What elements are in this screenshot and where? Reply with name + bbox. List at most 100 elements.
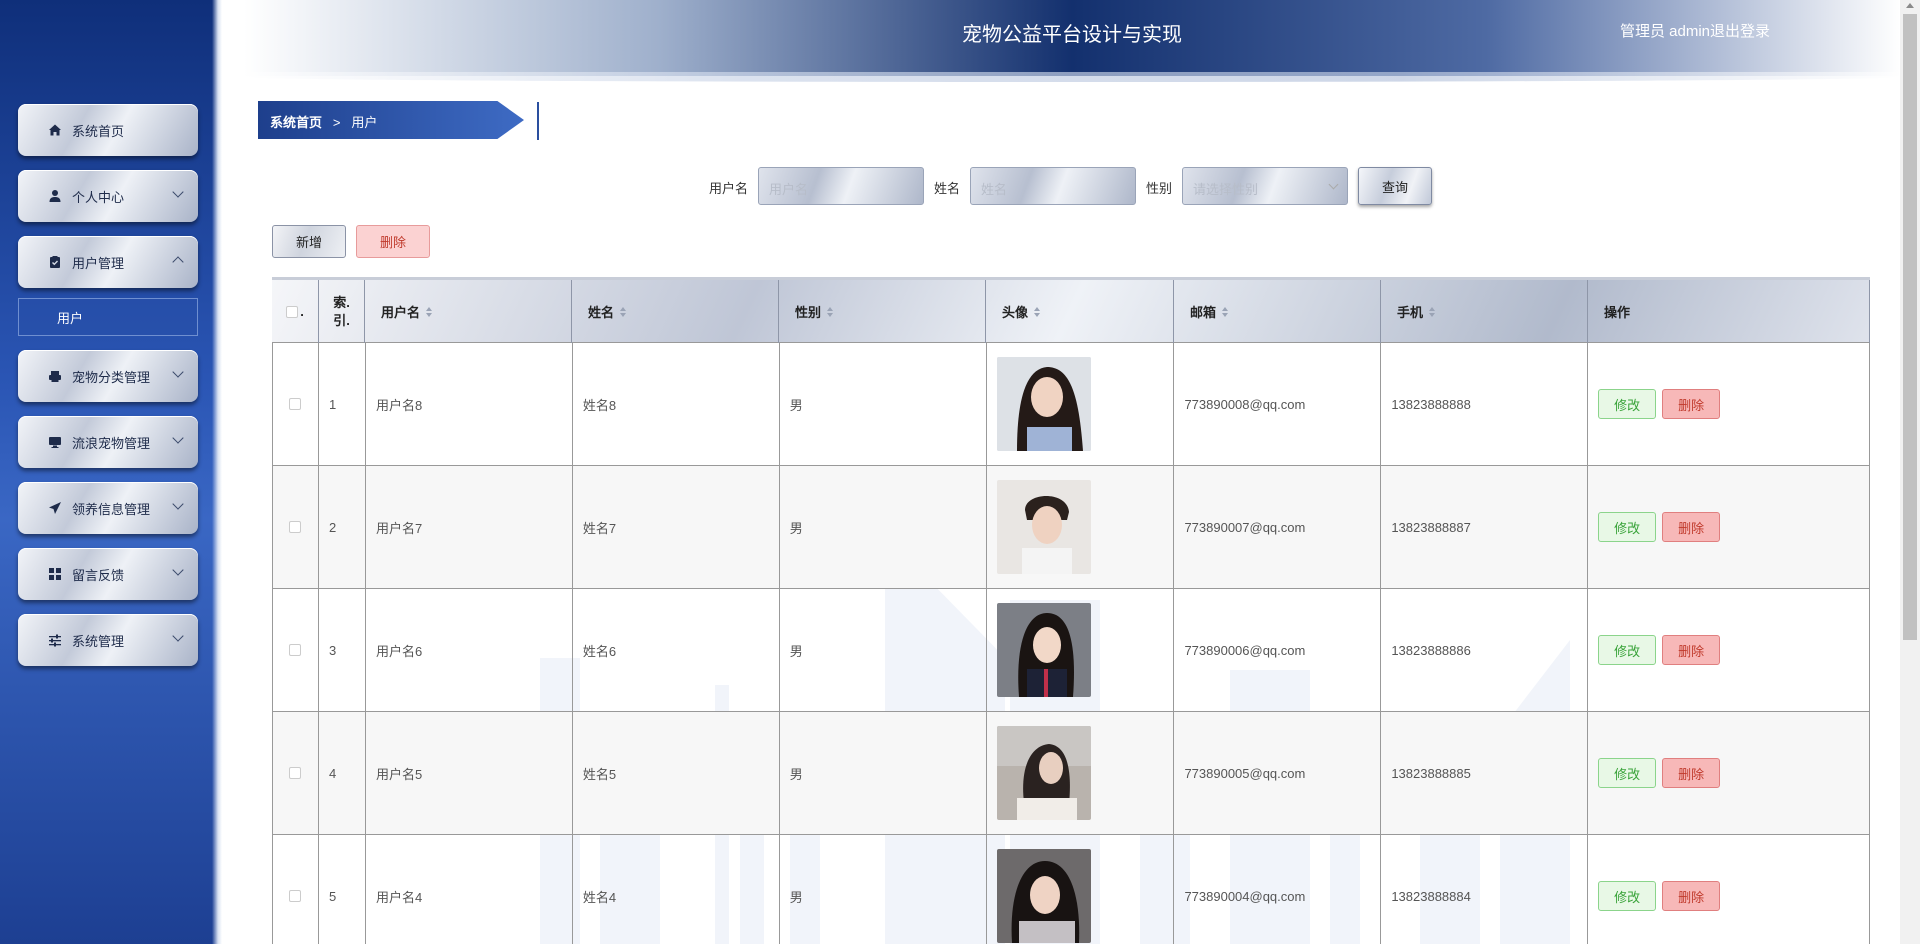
- delete-button[interactable]: 删除: [1662, 881, 1721, 911]
- sidebar-item-adoption-info[interactable]: 领养信息管理: [18, 482, 198, 534]
- monitor-icon: [48, 435, 62, 449]
- logout-link[interactable]: 退出登录: [1710, 20, 1770, 41]
- avatar[interactable]: [996, 357, 1091, 451]
- sidebar-item-label: 系统管理: [72, 633, 125, 649]
- sidebar-item-label: 宠物分类管理: [72, 369, 151, 385]
- avatar[interactable]: [996, 726, 1091, 820]
- breadcrumb-current: 用户: [351, 115, 378, 130]
- delete-button[interactable]: 删除: [1662, 389, 1721, 419]
- select-all-checkbox[interactable]: [286, 305, 299, 318]
- row-checkbox[interactable]: [289, 767, 302, 779]
- username-input[interactable]: 用户名: [758, 167, 924, 205]
- breadcrumb-text: 系统首页 > 用户: [270, 112, 377, 131]
- table-row: 5 用户名4 姓名4 男 773890004@qq.com 1382388888…: [272, 835, 1871, 944]
- chevron-down-icon: [172, 432, 184, 444]
- username-label: 用户名: [709, 181, 749, 196]
- sliders-icon: [48, 633, 62, 647]
- row-phone: 13823888885: [1381, 712, 1589, 834]
- sidebar-item-stray-pet[interactable]: 流浪宠物管理: [18, 416, 198, 468]
- row-checkbox[interactable]: [289, 521, 302, 533]
- row-name: 姓名5: [573, 712, 780, 834]
- delete-button[interactable]: 删除: [1662, 758, 1721, 788]
- gender-select[interactable]: 请选择性别: [1182, 167, 1348, 205]
- row-checkbox[interactable]: [289, 398, 302, 410]
- chevron-down-icon: [172, 564, 184, 576]
- gender-label: 性别: [1146, 181, 1173, 196]
- row-username: 用户名6: [366, 589, 573, 711]
- sidebar-item-user-management[interactable]: 用户管理: [18, 236, 198, 288]
- sidebar-item-label: 系统首页: [72, 123, 125, 139]
- sidebar-subitem-user[interactable]: 用户: [18, 298, 198, 336]
- row-index: 4: [319, 712, 366, 834]
- name-input[interactable]: 姓名: [970, 167, 1136, 205]
- row-email: 773890007@qq.com: [1174, 466, 1382, 588]
- edit-button[interactable]: 修改: [1598, 512, 1657, 542]
- current-user: 管理员 admin: [1619, 23, 1710, 40]
- bulk-delete-button[interactable]: 删除: [356, 225, 430, 258]
- sidebar-item-system-management[interactable]: 系统管理: [18, 614, 198, 666]
- scroll-up-icon[interactable]: [1906, 3, 1914, 8]
- table-header: . 索. 引. 用户名 姓名 性别 头像 邮箱 手机 操作: [272, 277, 1870, 343]
- edit-button[interactable]: 修改: [1598, 881, 1657, 911]
- row-index: 3: [319, 589, 366, 711]
- sort-icon[interactable]: [620, 306, 627, 317]
- column-header-avatar[interactable]: 头像: [986, 280, 1174, 343]
- edit-button[interactable]: 修改: [1598, 635, 1657, 665]
- delete-button[interactable]: 删除: [1662, 512, 1721, 542]
- sort-icon[interactable]: [426, 306, 433, 317]
- search-form: 用户名 用户名 姓名 姓名 性别 请选择性别 查询: [0, 167, 1920, 205]
- sidebar-item-label: 领养信息管理: [72, 501, 151, 517]
- avatar[interactable]: [996, 603, 1091, 697]
- row-phone: 13823888888: [1381, 343, 1589, 465]
- edit-button[interactable]: 修改: [1598, 758, 1657, 788]
- delete-button[interactable]: 删除: [1662, 635, 1721, 665]
- row-gender: 男: [780, 343, 987, 465]
- breadcrumb-home-link[interactable]: 系统首页: [270, 115, 322, 130]
- column-header-index: 索. 引.: [319, 280, 365, 343]
- row-email: 773890006@qq.com: [1174, 589, 1382, 711]
- table-row: 1 用户名8 姓名8 男 773890008@qq.com 1382388888…: [272, 343, 1871, 466]
- scrollbar-thumb[interactable]: [1903, 14, 1917, 640]
- row-username: 用户名4: [366, 835, 573, 944]
- row-checkbox[interactable]: [289, 644, 302, 656]
- row-gender: 男: [780, 466, 987, 588]
- gender-select-placeholder: 请选择性别: [1193, 182, 1259, 197]
- user-table: . 索. 引. 用户名 姓名 性别 头像 邮箱 手机 操作 1 用户名8 姓名8…: [272, 277, 1871, 944]
- breadcrumb: 系统首页 > 用户: [258, 101, 539, 140]
- sidebar-item-home[interactable]: 系统首页: [18, 104, 198, 156]
- row-gender: 男: [780, 835, 987, 944]
- edit-button[interactable]: 修改: [1598, 389, 1657, 419]
- sort-icon[interactable]: [827, 306, 834, 317]
- sort-icon[interactable]: [1222, 306, 1229, 317]
- column-header-username[interactable]: 用户名: [365, 280, 572, 343]
- sidebar-item-feedback[interactable]: 留言反馈: [18, 548, 198, 600]
- sidebar-item-pet-category[interactable]: 宠物分类管理: [18, 350, 198, 402]
- sidebar: 系统首页 个人中心 用户管理 用户 宠物分类管理 流浪宠物管理 领养信息管理 留…: [0, 0, 222, 944]
- paper-plane-icon: [48, 501, 62, 515]
- column-header-gender[interactable]: 性别: [779, 280, 986, 343]
- breadcrumb-divider: [537, 102, 539, 140]
- row-phone: 13823888887: [1381, 466, 1589, 588]
- row-username: 用户名7: [366, 466, 573, 588]
- sort-icon[interactable]: [1429, 306, 1436, 317]
- chevron-down-icon: [172, 498, 184, 510]
- row-email: 773890005@qq.com: [1174, 712, 1382, 834]
- printer-icon: [48, 369, 62, 383]
- row-index: 5: [319, 835, 366, 944]
- avatar[interactable]: [996, 849, 1091, 943]
- row-actions: 修改 删除: [1588, 466, 1871, 588]
- sort-icon[interactable]: [1034, 306, 1041, 317]
- column-header-phone[interactable]: 手机: [1381, 280, 1588, 343]
- row-actions: 修改 删除: [1588, 589, 1871, 711]
- add-button[interactable]: 新增: [272, 225, 346, 258]
- column-header-name[interactable]: 姓名: [572, 280, 779, 343]
- chevron-down-icon: [1328, 179, 1339, 190]
- row-index: 1: [319, 343, 366, 465]
- query-button[interactable]: 查询: [1358, 167, 1432, 205]
- row-email: 773890008@qq.com: [1174, 343, 1382, 465]
- row-actions: 修改 删除: [1588, 712, 1871, 834]
- vertical-scrollbar[interactable]: [1900, 0, 1920, 944]
- avatar[interactable]: [996, 480, 1091, 574]
- column-header-email[interactable]: 邮箱: [1174, 280, 1381, 343]
- row-checkbox[interactable]: [289, 890, 302, 902]
